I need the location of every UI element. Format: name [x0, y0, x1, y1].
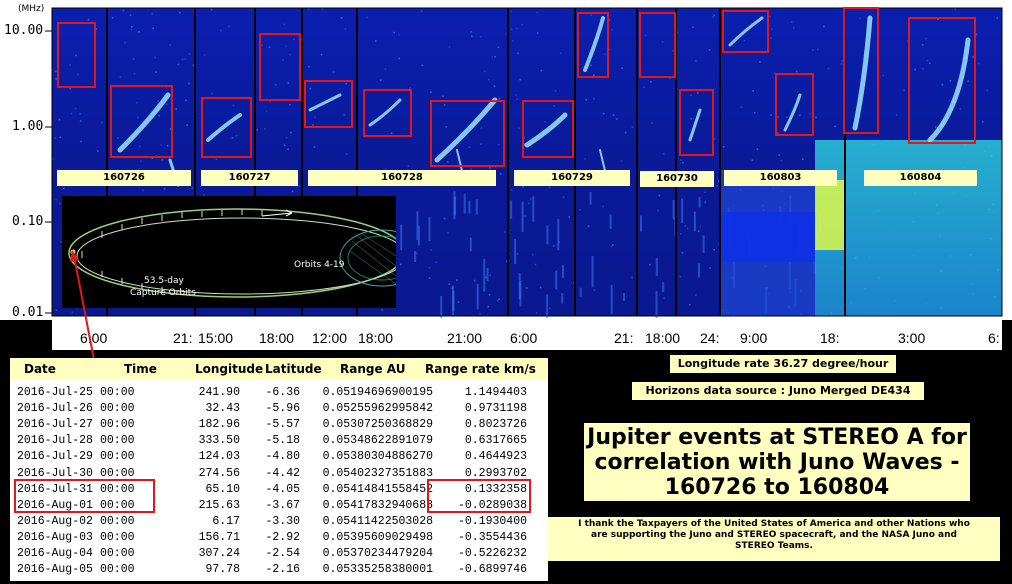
table-cell-date: 2016-Jul-25	[17, 386, 93, 399]
table-row: 2016-Jul-26 00:00 32.43 -5.96 0.052559629958…	[17, 402, 532, 416]
table-cell-time: 00:00	[100, 450, 135, 464]
table-cell-date: 2016-Aug-02	[17, 514, 93, 528]
table-cell-date: 2016-Jul-28	[17, 434, 93, 448]
header-latitude: Latitude	[265, 362, 322, 376]
table-cell-lat: -2.92	[265, 530, 300, 544]
table-cell-lat: -4.05	[265, 482, 300, 496]
table-cell-time: 00:00	[100, 386, 135, 399]
table-cell-lon: 65.10	[205, 482, 240, 496]
header-rate: Range rate km/s	[425, 362, 536, 376]
table-cell-range: 0.05380304886270	[322, 450, 433, 464]
table-cell-lon: 124.03	[198, 450, 240, 464]
table-cell-lat: -3.30	[265, 514, 300, 528]
table-cell-date: 2016-Jul-27	[17, 418, 93, 432]
table-cell-lat: -5.18	[265, 434, 300, 448]
thanks-line: STEREO Teams.	[735, 541, 813, 551]
table-cell-lon: 307.24	[198, 547, 240, 560]
table-cell-rate: 0.6317665	[464, 434, 527, 448]
table-cell-lon: 274.56	[198, 466, 240, 480]
title-line: 160726 to 160804	[664, 475, 890, 500]
table-cell-time: 00:00	[100, 563, 135, 577]
table-cell-rate: -0.5226232	[457, 547, 527, 560]
thanks-line: are supporting the Juno and STEREO space…	[591, 530, 957, 540]
table-row: 2016-Jul-25 00:00 241.90 -6.36 0.05194696900…	[17, 386, 532, 400]
table-cell-range: 0.05194696900195	[322, 386, 433, 399]
table-cell-lat: -5.96	[265, 402, 300, 416]
table-header: Date Time Longitude Latitude Range AU Ra…	[10, 358, 548, 380]
table-cell-time: 00:00	[100, 434, 135, 448]
table-cell-range: 0.05307250368829	[322, 418, 433, 432]
table-cell-time: 00:00	[100, 530, 135, 544]
table-cell-range: 0.05411422503028	[322, 514, 433, 528]
longitude-rate-note: Longitude rate 36.27 degree/hour	[670, 355, 896, 373]
table-row: 2016-Jul-28 00:00 333.50 -5.18 0.05348622891…	[17, 434, 532, 448]
header-longitude: Longitude	[195, 362, 264, 376]
table-cell-rate: 0.4644923	[464, 450, 527, 464]
header-date: Date	[24, 362, 56, 376]
table-cell-date: 2016-Aug-03	[17, 530, 93, 544]
table-cell-lat: -6.36	[265, 386, 300, 399]
table-cell-range: 0.05414841558452	[322, 482, 433, 496]
title-line: correlation with Juno Waves -	[594, 450, 960, 475]
highlight-rate-box	[427, 479, 531, 513]
table-cell-time: 00:00	[100, 514, 135, 528]
table-cell-range: 0.05255962995842	[322, 402, 433, 416]
table-cell-lon: 215.63	[198, 498, 240, 512]
thanks-note: I thank the Taxpayers of the United Stat…	[548, 517, 1000, 561]
highlight-rows-box	[14, 479, 155, 513]
header-time: Time	[124, 362, 157, 376]
table-cell-lat: -2.54	[265, 547, 300, 560]
table-row: 2016-Jul-29 00:00 124.03 -4.80 0.05380304886…	[17, 450, 532, 464]
table-cell-rate: -0.6899746	[457, 563, 527, 577]
table-cell-lon: 97.78	[205, 563, 240, 577]
table-cell-lon: 241.90	[198, 386, 240, 399]
table-cell-range: 0.05335258380001	[322, 563, 433, 577]
thanks-line: I thank the Taxpayers of the United Stat…	[578, 519, 970, 529]
table-cell-lat: -2.16	[265, 563, 300, 577]
table-cell-lat: -4.80	[265, 450, 300, 464]
table-cell-range: 0.05417832940688	[322, 498, 433, 512]
table-cell-date: 2016-Aug-05	[17, 563, 93, 577]
table-cell-lon: 6.17	[212, 514, 240, 528]
table-cell-time: 00:00	[100, 547, 135, 560]
table-row: 2016-Aug-03 00:00 156.71 -2.92 0.05395609029…	[17, 531, 532, 545]
table-cell-rate: -0.3554436	[457, 530, 527, 544]
table-cell-range: 0.05395609029498	[322, 530, 433, 544]
table-cell-lat: -4.42	[265, 466, 300, 480]
table-cell-range: 0.05370234479204	[322, 547, 433, 560]
table-cell-date: 2016-Aug-04	[17, 547, 93, 560]
table-row: 2016-Aug-05 00:00 97.78 -2.16 0.053352583800…	[17, 563, 532, 577]
table-row: 2016-Aug-04 00:00 307.24 -2.54 0.05370234479…	[17, 547, 532, 561]
table-cell-lon: 32.43	[205, 402, 240, 416]
table-cell-lat: -3.67	[265, 498, 300, 512]
table-cell-lon: 333.50	[198, 434, 240, 448]
table-cell-date: 2016-Jul-29	[17, 450, 93, 464]
table-cell-range: 0.05402327351883	[322, 466, 433, 480]
table-cell-rate: -0.1930400	[457, 514, 527, 528]
table-cell-rate: 1.1494403	[464, 386, 527, 399]
table-cell-date: 2016-Jul-26	[17, 402, 93, 416]
table-cell-lon: 156.71	[198, 530, 240, 544]
table-cell-time: 00:00	[100, 418, 135, 432]
title-line: Jupiter events at STEREO A for	[587, 425, 967, 450]
table-row: 2016-Aug-02 00:00 6.17 -3.30 0.0541142250302…	[17, 515, 532, 529]
table-cell-lon: 182.96	[198, 418, 240, 432]
horizons-note: Horizons data source : Juno Merged DE434	[632, 382, 924, 400]
table-row: 2016-Jul-27 00:00 182.96 -5.57 0.05307250368…	[17, 418, 532, 432]
table-cell-lat: -5.57	[265, 418, 300, 432]
table-cell-rate: 0.9731198	[464, 402, 527, 416]
header-range: Range AU	[340, 362, 406, 376]
table-cell-time: 00:00	[100, 402, 135, 416]
page-title: Jupiter events at STEREO A for correlati…	[584, 423, 970, 501]
table-cell-range: 0.05348622891079	[322, 434, 433, 448]
table-cell-rate: 0.8023726	[464, 418, 527, 432]
